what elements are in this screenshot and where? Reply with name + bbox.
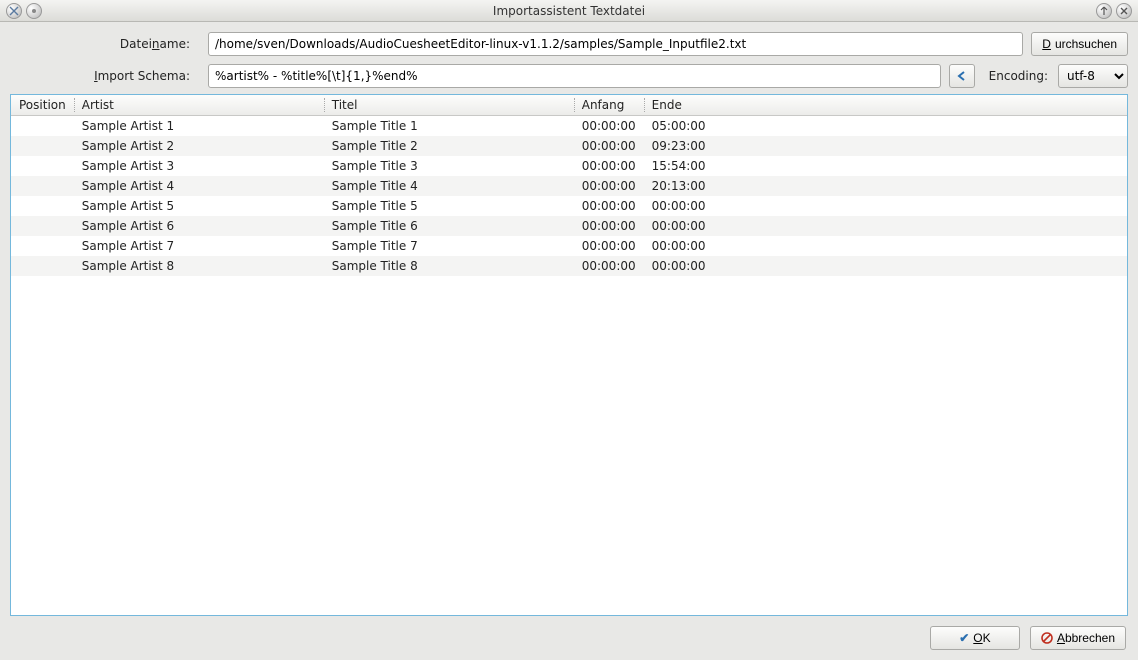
table-row[interactable]: Sample Artist 5Sample Title 500:00:0000:… [11, 196, 1127, 216]
cell-ende: 15:54:00 [644, 156, 1127, 176]
col-header-anfang[interactable]: Anfang [574, 95, 644, 116]
cell-position [11, 136, 74, 156]
check-icon: ✔ [959, 631, 969, 645]
cell-title: Sample Title 5 [324, 196, 574, 216]
cell-position [11, 196, 74, 216]
cell-title: Sample Title 8 [324, 256, 574, 276]
schema-label: Import Schema: [10, 69, 200, 83]
minimize-icon[interactable] [26, 3, 42, 19]
cell-position [11, 236, 74, 256]
cell-title: Sample Title 6 [324, 216, 574, 236]
preview-table: Position Artist Titel Anfang Ende Sample… [11, 95, 1127, 276]
cell-title: Sample Title 4 [324, 176, 574, 196]
col-header-ende[interactable]: Ende [644, 95, 1127, 116]
cell-ende: 05:00:00 [644, 116, 1127, 137]
cell-title: Sample Title 3 [324, 156, 574, 176]
maximize-icon[interactable] [1096, 3, 1112, 19]
table-row[interactable]: Sample Artist 8Sample Title 800:00:0000:… [11, 256, 1127, 276]
col-header-position[interactable]: Position [11, 95, 74, 116]
table-row[interactable]: Sample Artist 7Sample Title 700:00:0000:… [11, 236, 1127, 256]
cell-ende: 00:00:00 [644, 256, 1127, 276]
cell-title: Sample Title 7 [324, 236, 574, 256]
cell-title: Sample Title 2 [324, 136, 574, 156]
arrow-left-icon [955, 69, 969, 83]
col-header-artist[interactable]: Artist [74, 95, 324, 116]
col-header-title[interactable]: Titel [324, 95, 574, 116]
cell-ende: 00:00:00 [644, 196, 1127, 216]
cell-ende: 09:23:00 [644, 136, 1127, 156]
cell-artist: Sample Artist 8 [74, 256, 324, 276]
ok-button[interactable]: ✔ OK [930, 626, 1020, 650]
refresh-button[interactable] [949, 64, 975, 88]
filename-label: Dateiname: [10, 37, 200, 51]
cell-position [11, 176, 74, 196]
cell-anfang: 00:00:00 [574, 136, 644, 156]
cell-artist: Sample Artist 3 [74, 156, 324, 176]
cell-anfang: 00:00:00 [574, 116, 644, 137]
cell-anfang: 00:00:00 [574, 216, 644, 236]
cancel-icon [1041, 632, 1053, 644]
browse-button[interactable]: Durchsuchen [1031, 32, 1128, 56]
preview-table-container: Position Artist Titel Anfang Ende Sample… [10, 94, 1128, 616]
schema-input[interactable] [208, 64, 941, 88]
cell-artist: Sample Artist 5 [74, 196, 324, 216]
app-menu-icon[interactable] [6, 3, 22, 19]
cell-ende: 00:00:00 [644, 236, 1127, 256]
cell-artist: Sample Artist 2 [74, 136, 324, 156]
encoding-label: Encoding: [983, 69, 1050, 83]
table-row[interactable]: Sample Artist 4Sample Title 400:00:0020:… [11, 176, 1127, 196]
cell-anfang: 00:00:00 [574, 236, 644, 256]
cell-anfang: 00:00:00 [574, 176, 644, 196]
cell-position [11, 156, 74, 176]
dialog-window: Importassistent Textdatei Dateiname: Dur… [0, 0, 1138, 660]
cell-artist: Sample Artist 1 [74, 116, 324, 137]
dialog-button-bar: ✔ OK Abbrechen [0, 622, 1138, 660]
filename-input[interactable] [208, 32, 1023, 56]
form-area: Dateiname: Durchsuchen Import Schema: En… [0, 22, 1138, 94]
cell-title: Sample Title 1 [324, 116, 574, 137]
cell-position [11, 256, 74, 276]
titlebar: Importassistent Textdatei [0, 0, 1138, 22]
cell-anfang: 00:00:00 [574, 256, 644, 276]
cell-position [11, 116, 74, 137]
encoding-select[interactable]: utf-8 [1058, 64, 1128, 88]
cell-ende: 20:13:00 [644, 176, 1127, 196]
table-row[interactable]: Sample Artist 3Sample Title 300:00:0015:… [11, 156, 1127, 176]
cell-anfang: 00:00:00 [574, 196, 644, 216]
cell-artist: Sample Artist 4 [74, 176, 324, 196]
cell-position [11, 216, 74, 236]
close-icon[interactable] [1116, 3, 1132, 19]
table-row[interactable]: Sample Artist 2Sample Title 200:00:0009:… [11, 136, 1127, 156]
table-row[interactable]: Sample Artist 6Sample Title 600:00:0000:… [11, 216, 1127, 236]
cancel-button[interactable]: Abbrechen [1030, 626, 1126, 650]
cell-ende: 00:00:00 [644, 216, 1127, 236]
window-title: Importassistent Textdatei [0, 4, 1138, 18]
table-row[interactable]: Sample Artist 1Sample Title 100:00:0005:… [11, 116, 1127, 137]
cell-artist: Sample Artist 6 [74, 216, 324, 236]
cell-artist: Sample Artist 7 [74, 236, 324, 256]
cell-anfang: 00:00:00 [574, 156, 644, 176]
